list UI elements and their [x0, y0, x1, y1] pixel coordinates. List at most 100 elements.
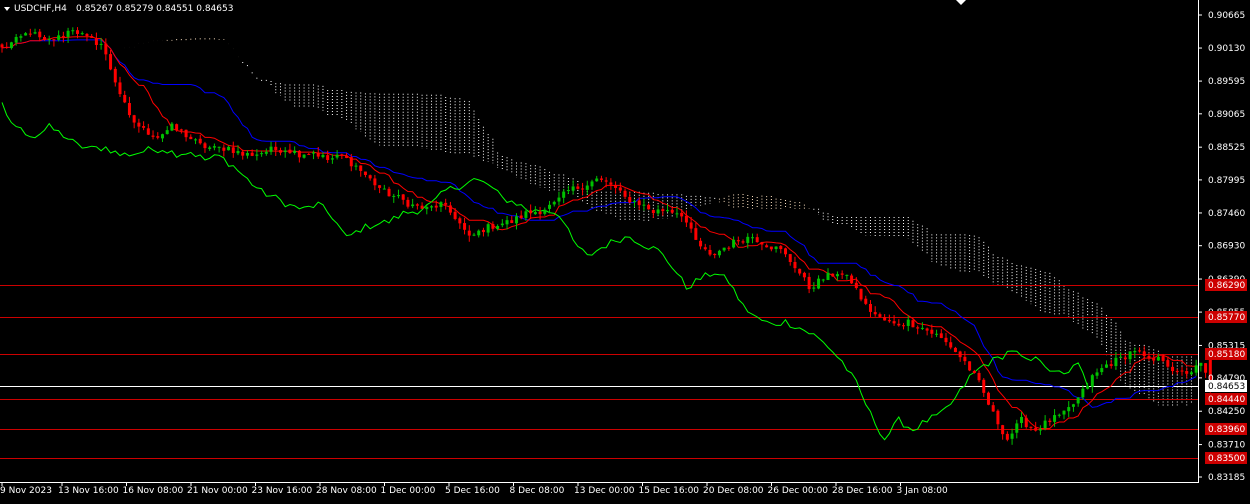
- candle-body: [642, 204, 646, 206]
- time-tick-label: 13 Nov 16:00: [58, 486, 119, 496]
- candle-body: [864, 298, 868, 304]
- candle-body: [958, 351, 962, 358]
- price-tick-label: 0.87995: [1208, 176, 1245, 186]
- candle-body: [146, 128, 150, 135]
- candle-body: [132, 115, 136, 123]
- candle-body: [33, 32, 37, 34]
- candle-body: [666, 210, 670, 212]
- price-tick-label: 0.90665: [1208, 11, 1245, 21]
- candle-body: [873, 312, 877, 315]
- candle-body: [340, 154, 344, 156]
- candle-body: [1076, 397, 1080, 404]
- candle-body: [1048, 420, 1052, 423]
- candle-body: [165, 130, 169, 135]
- candle-body: [859, 288, 863, 300]
- candle-body: [1071, 404, 1075, 407]
- candle-body: [66, 30, 70, 37]
- candle-body: [1171, 366, 1175, 372]
- candle-body: [420, 205, 424, 209]
- candle-body: [675, 213, 679, 215]
- candle-body: [382, 188, 386, 190]
- time-tick-label: 8 Dec 08:00: [510, 486, 565, 496]
- candle-body: [920, 327, 924, 329]
- candle-body: [694, 228, 698, 240]
- candle-body: [510, 220, 514, 224]
- chart-background: [0, 0, 1250, 500]
- time-tick-label: 16 Nov 08:00: [123, 486, 184, 496]
- candle-body: [458, 218, 462, 224]
- candle-body: [477, 230, 481, 236]
- candle-body: [1204, 363, 1208, 373]
- candle-body: [406, 199, 410, 207]
- candle-body: [883, 317, 887, 321]
- candle-body: [519, 215, 523, 219]
- candle-body: [505, 220, 509, 225]
- candle-body: [939, 333, 943, 339]
- candle-body: [892, 321, 896, 324]
- candle-body: [28, 33, 32, 35]
- candle-body: [614, 185, 618, 188]
- candle-body: [765, 245, 769, 248]
- candle-body: [1175, 370, 1179, 372]
- candle-body: [670, 209, 674, 213]
- candle-body: [982, 379, 986, 393]
- candle-body: [448, 205, 452, 213]
- candle-body: [354, 165, 358, 167]
- candle-body: [788, 254, 792, 263]
- candle-body: [1034, 427, 1038, 431]
- candle-body: [911, 320, 915, 328]
- candle-body: [949, 342, 953, 348]
- candle-body: [52, 39, 56, 41]
- candle-body: [1104, 364, 1108, 368]
- price-tick-label: 0.89595: [1208, 77, 1245, 87]
- candle-body: [307, 154, 311, 156]
- candle-body: [94, 38, 98, 45]
- candle-body: [968, 361, 972, 371]
- candle-body: [250, 152, 254, 156]
- candle-body: [1161, 356, 1165, 361]
- candle-body: [430, 206, 434, 208]
- candle-body: [930, 329, 934, 334]
- candle-body: [689, 222, 693, 229]
- candle-body: [1133, 351, 1137, 353]
- chart-window[interactable]: 0.90665 0.90130 0.89595 0.89065 0.88525 0.879…: [0, 0, 1250, 500]
- candle-body: [255, 154, 259, 156]
- candle-body: [401, 194, 405, 200]
- candle-body: [227, 146, 231, 151]
- candle-body: [368, 175, 372, 179]
- candle-body: [453, 211, 457, 219]
- candle-body: [850, 275, 854, 284]
- candle-body: [9, 42, 13, 49]
- candle-body: [321, 154, 325, 158]
- candle-body: [99, 43, 103, 45]
- candle-body: [656, 209, 660, 214]
- candle-body: [699, 240, 703, 247]
- current-price-text: 0.84653: [1208, 382, 1245, 392]
- candle-body: [1090, 375, 1094, 387]
- candle-body: [590, 181, 594, 187]
- price-tick-label: 0.88525: [1208, 143, 1245, 153]
- candle-body: [713, 253, 717, 256]
- candle-body: [632, 200, 636, 202]
- candle-body: [1020, 416, 1024, 423]
- candle-body: [142, 126, 146, 128]
- candle-body: [906, 319, 910, 326]
- candle-body: [1024, 417, 1028, 428]
- candle-body: [1189, 372, 1193, 375]
- time-tick-label: 15 Dec 16:00: [639, 486, 700, 496]
- candle-body: [439, 202, 443, 207]
- time-tick-label: 3 Jan 08:00: [897, 486, 949, 496]
- candle-body: [189, 136, 193, 140]
- candle-body: [425, 206, 429, 210]
- candle-body: [1010, 433, 1014, 439]
- candle-body: [1100, 368, 1104, 373]
- candle-body: [845, 274, 849, 276]
- candle-body: [467, 230, 471, 236]
- candle-body: [944, 337, 948, 343]
- price-tick-label: 0.86930: [1208, 242, 1245, 252]
- candle-body: [802, 272, 806, 278]
- candle-body: [727, 247, 731, 249]
- candle-body: [236, 151, 240, 154]
- candle-body: [548, 204, 552, 209]
- candle-body: [935, 333, 939, 335]
